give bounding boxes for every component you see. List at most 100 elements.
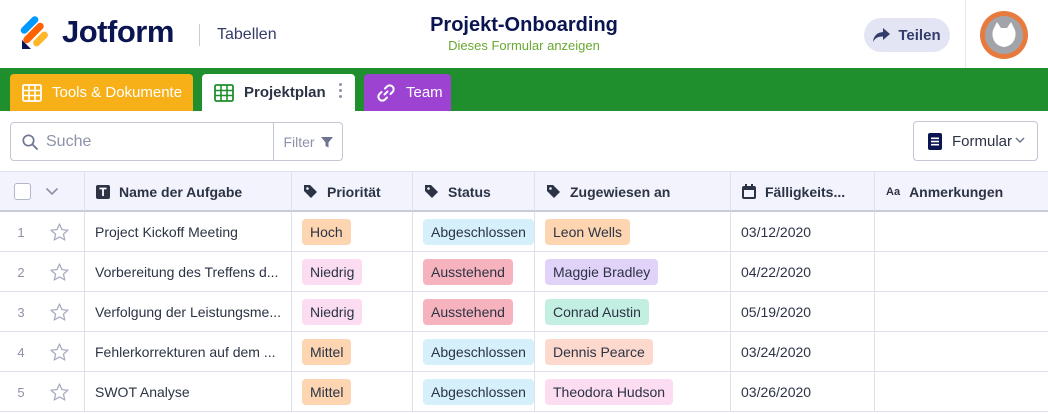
due-date: 03/24/2020 [741,344,812,360]
assignee-cell[interactable]: Theodora Hudson [535,372,731,412]
header-divider-right [965,0,966,68]
task-name-cell[interactable]: SWOT Analyse [85,372,292,412]
table-row[interactable]: 2 Vorbereitung des Treffens d... Niedrig Au… [0,252,1048,292]
form-label: Formular [952,132,1013,150]
star-icon[interactable] [42,212,85,252]
due-date-cell[interactable]: 03/24/2020 [731,332,875,372]
priority-cell[interactable]: Niedrig [292,252,413,292]
star-icon[interactable] [42,292,85,332]
status-badge: Abgeschlossen [423,339,534,365]
star-icon[interactable] [42,372,85,412]
status-cell[interactable]: Abgeschlossen [413,332,535,372]
form-button[interactable]: Formular [913,121,1038,161]
jotform-logo-icon[interactable] [20,16,50,50]
notes-cell[interactable] [875,332,1048,372]
column-header-notes[interactable]: Aa Anmerkungen [875,172,1048,211]
status-badge: Ausstehend [423,259,513,285]
share-label: Teilen [898,26,941,44]
status-cell[interactable]: Ausstehend [413,252,535,292]
due-date-cell[interactable]: 05/19/2020 [731,292,875,332]
table-row[interactable]: 3 Verfolgung der Leistungsme... Niedrig Aus… [0,292,1048,332]
header-divider [199,24,200,46]
row-number: 1 [17,224,25,240]
column-label: Zugewiesen an [570,183,671,200]
filter-label: Filter [283,133,315,150]
assignee-cell[interactable]: Conrad Austin [535,292,731,332]
share-button[interactable]: Teilen [864,18,950,52]
column-label: Status [448,183,491,200]
priority-cell[interactable]: Mittel [292,372,413,412]
table-header: Name der Aufgabe Priorität Status Zugewi… [0,171,1048,212]
assignee-badge: Theodora Hudson [545,379,674,405]
status-cell[interactable]: Abgeschlossen [413,372,535,412]
task-name: Project Kickoff Meeting [95,224,238,240]
status-badge: Ausstehend [423,299,513,325]
row-number: 3 [17,304,25,320]
task-name-cell[interactable]: Project Kickoff Meeting [85,212,292,252]
column-header-assignee[interactable]: Zugewiesen an [535,172,731,211]
assignee-badge: Maggie Bradley [545,259,659,285]
task-name: Fehlerkorrekturen auf dem ... [95,344,276,360]
table-row[interactable]: 5 SWOT Analyse Mittel Abgeschlossen Theodora… [0,372,1048,412]
chevron-down-icon [1015,137,1025,144]
notes-cell[interactable] [875,212,1048,252]
table-row[interactable]: 1 Project Kickoff Meeting Hoch Abgeschlosse… [0,212,1048,252]
view-form-link[interactable]: Dieses Formular anzeigen [364,38,684,53]
tab-projektplan[interactable]: Projektplan [202,74,355,111]
assignee-cell[interactable]: Dennis Pearce [535,332,731,372]
priority-cell[interactable]: Hoch [292,212,413,252]
status-cell[interactable]: Ausstehend [413,292,535,332]
tab-team[interactable]: Team [364,74,451,111]
search-input[interactable] [46,132,266,152]
select-all-checkbox[interactable] [14,183,31,200]
task-name: Verfolgung der Leistungsme... [95,304,282,320]
priority-cell[interactable]: Mittel [292,332,413,372]
page-title: Projekt-Onboarding [430,14,618,36]
task-name: SWOT Analyse [95,384,190,400]
table-row[interactable]: 4 Fehlerkorrekturen auf dem ... Mittel Abge… [0,332,1048,372]
priority-cell[interactable]: Niedrig [292,292,413,332]
notes-cell[interactable] [875,292,1048,332]
chevron-down-icon[interactable] [45,187,59,196]
tab-tools-dokumente[interactable]: Tools & Dokumente [10,74,193,111]
task-name-cell[interactable]: Fehlerkorrekturen auf dem ... [85,332,292,372]
form-document-icon [928,132,942,150]
assignee-cell[interactable]: Maggie Bradley [535,252,731,292]
notes-cell[interactable] [875,372,1048,412]
priority-badge: Hoch [302,219,351,245]
brand-name[interactable]: Jotform [62,14,174,50]
column-header-due-date[interactable]: Fälligkeits... [731,172,875,211]
task-name-cell[interactable]: Verfolgung der Leistungsme... [85,292,292,332]
share-arrow-icon [873,28,891,42]
tag-icon [304,185,317,198]
column-header-status[interactable]: Status [413,172,535,211]
tab-more-icon[interactable] [339,83,343,101]
priority-badge: Niedrig [302,299,363,325]
search-icon [22,134,38,150]
due-date-cell[interactable]: 03/26/2020 [731,372,875,412]
star-icon[interactable] [42,332,85,372]
column-header-priority[interactable]: Priorität [292,172,413,211]
due-date-cell[interactable]: 04/22/2020 [731,252,875,292]
task-name-cell[interactable]: Vorbereitung des Treffens d... [85,252,292,292]
status-cell[interactable]: Abgeschlossen [413,212,535,252]
notes-cell[interactable] [875,252,1048,292]
tag-icon [547,185,560,198]
column-header-name[interactable]: Name der Aufgabe [85,172,292,211]
avatar[interactable] [980,11,1028,59]
assignee-cell[interactable]: Leon Wells [535,212,731,252]
star-icon[interactable] [42,252,85,292]
search-box: Filter [10,122,343,161]
row-number: 4 [17,344,25,360]
status-badge: Abgeschlossen [423,219,534,245]
filter-button[interactable]: Filter [274,123,342,160]
tab-label: Team [406,84,443,101]
column-label: Anmerkungen [909,183,1004,200]
priority-badge: Niedrig [302,259,363,285]
priority-badge: Mittel [302,339,352,365]
tag-icon [425,185,438,198]
assignee-badge: Dennis Pearce [545,339,653,365]
due-date-cell[interactable]: 03/12/2020 [731,212,875,252]
section-label[interactable]: Tabellen [217,26,277,44]
app-header: Jotform Tabellen Projekt-Onboarding Dies… [0,0,1048,68]
